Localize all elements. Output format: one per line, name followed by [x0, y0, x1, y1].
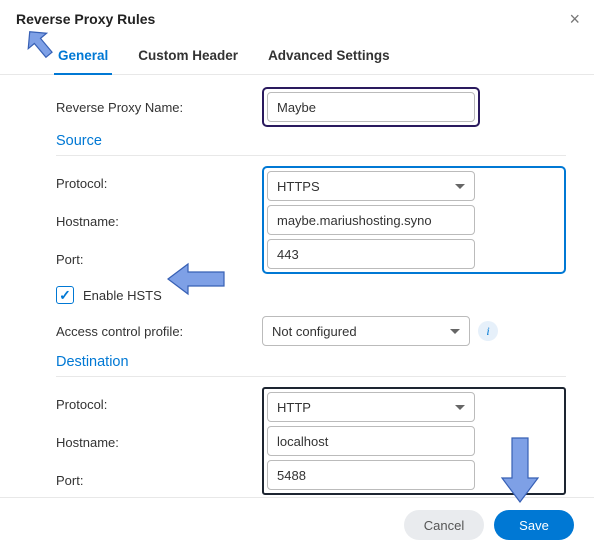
close-icon[interactable]: ×	[569, 10, 580, 28]
enable-hsts-checkbox[interactable]: ✓	[56, 286, 74, 304]
cancel-button[interactable]: Cancel	[404, 510, 484, 540]
dialog-body: Reverse Proxy Name: Source Protocol: Hos…	[0, 75, 594, 509]
dst-protocol-label: Protocol:	[56, 397, 262, 412]
dialog-footer: Cancel Save	[0, 497, 594, 552]
dst-port-label: Port:	[56, 473, 262, 488]
dialog-titlebar: Reverse Proxy Rules ×	[0, 0, 594, 34]
dialog-title: Reverse Proxy Rules	[16, 11, 155, 27]
chevron-down-icon	[455, 184, 465, 189]
tab-custom-header[interactable]: Custom Header	[134, 42, 242, 75]
tab-bar: General Custom Header Advanced Settings	[0, 34, 594, 75]
reverse-proxy-dialog: Reverse Proxy Rules × General Custom Hea…	[0, 0, 594, 552]
src-hostname-label: Hostname:	[56, 214, 262, 229]
src-hostname-input[interactable]	[267, 205, 475, 235]
acp-value: Not configured	[272, 324, 357, 339]
access-control-profile-select[interactable]: Not configured	[262, 316, 470, 346]
chevron-down-icon	[455, 405, 465, 410]
dst-protocol-value: HTTP	[277, 400, 311, 415]
source-highlight-box: HTTPS	[262, 166, 566, 274]
destination-highlight-box: HTTP	[262, 387, 566, 495]
enable-hsts-label: Enable HSTS	[83, 288, 162, 303]
src-port-label: Port:	[56, 252, 262, 267]
src-protocol-select[interactable]: HTTPS	[267, 171, 475, 201]
tab-general[interactable]: General	[54, 42, 112, 75]
src-protocol-label: Protocol:	[56, 176, 262, 191]
dst-hostname-input[interactable]	[267, 426, 475, 456]
source-heading: Source	[56, 133, 566, 156]
dst-port-input[interactable]	[267, 460, 475, 490]
tab-advanced-settings[interactable]: Advanced Settings	[264, 42, 394, 75]
info-icon[interactable]: i	[478, 321, 498, 341]
name-label: Reverse Proxy Name:	[56, 100, 262, 115]
dst-hostname-label: Hostname:	[56, 435, 262, 450]
src-protocol-value: HTTPS	[277, 179, 320, 194]
destination-heading: Destination	[56, 354, 566, 377]
name-highlight-box	[262, 87, 480, 127]
src-port-input[interactable]	[267, 239, 475, 269]
reverse-proxy-name-input[interactable]	[267, 92, 475, 122]
acp-label: Access control profile:	[56, 324, 262, 339]
chevron-down-icon	[450, 329, 460, 334]
save-button[interactable]: Save	[494, 510, 574, 540]
dst-protocol-select[interactable]: HTTP	[267, 392, 475, 422]
